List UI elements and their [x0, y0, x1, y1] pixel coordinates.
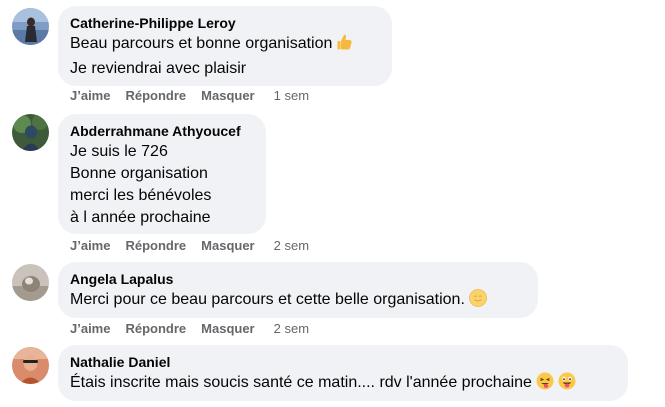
comment-text-line: Étais inscrite mais soucis santé ce mati… [70, 372, 616, 397]
comment-author[interactable]: Abderrahmane Athyoucef [70, 122, 241, 140]
tongue-wink-emoji-icon [536, 372, 554, 397]
comment-actions: J’aime Répondre Masquer 2 sem [70, 321, 309, 337]
like-button[interactable]: J’aime [70, 238, 110, 254]
comment-bubble: Nathalie Daniel Étais inscrite mais souc… [58, 345, 628, 401]
hide-button[interactable]: Masquer [201, 88, 254, 104]
avatar[interactable] [12, 347, 49, 384]
comment-timestamp[interactable]: 2 sem [274, 321, 309, 337]
comment-text-line: Je suis le 726 [70, 143, 168, 160]
reply-button[interactable]: Répondre [125, 88, 186, 104]
comment-bubble: Abderrahmane Athyoucef Je suis le 726 Bo… [58, 114, 266, 234]
avatar[interactable] [12, 114, 49, 151]
avatar-photo [12, 8, 49, 45]
like-button[interactable]: J’aime [70, 321, 110, 337]
comment-bubble: Catherine-Philippe Leroy Beau parcours e… [58, 6, 392, 86]
comment-author[interactable]: Angela Lapalus [70, 270, 173, 288]
avatar[interactable] [12, 264, 49, 301]
comment-actions-partial [70, 401, 190, 407]
avatar[interactable] [12, 8, 49, 45]
like-button[interactable]: J’aime [70, 88, 110, 104]
avatar-photo [12, 264, 49, 301]
reply-button[interactable]: Répondre [125, 321, 186, 337]
thumbs-up-emoji-icon [336, 33, 353, 58]
comment-text-line: Je reviendrai avec plaisir [70, 60, 247, 77]
grinning-tongue-emoji-icon [558, 372, 576, 397]
comment-author[interactable]: Nathalie Daniel [70, 353, 170, 371]
comment-timestamp[interactable]: 2 sem [274, 238, 309, 254]
comment-text-line: Merci pour ce beau parcours et cette bel… [70, 289, 526, 314]
smiley-emoji-icon [468, 289, 487, 314]
comment-text-line: merci les bénévoles [70, 187, 212, 204]
reply-button[interactable]: Répondre [125, 238, 186, 254]
hide-button[interactable]: Masquer [201, 321, 254, 337]
avatar-photo [12, 114, 49, 151]
comment-timestamp[interactable]: 1 sem [274, 88, 309, 104]
comment-text-line: à l année prochaine [70, 209, 211, 226]
hide-button[interactable]: Masquer [201, 238, 254, 254]
comment-actions: J’aime Répondre Masquer 2 sem [70, 238, 309, 254]
avatar-photo [12, 347, 49, 384]
comment-bubble: Angela Lapalus Merci pour ce beau parcou… [58, 262, 538, 318]
comment-actions: J’aime Répondre Masquer 1 sem [70, 88, 309, 104]
comment-text-line: Bonne organisation [70, 165, 208, 182]
comment-author[interactable]: Catherine-Philippe Leroy [70, 14, 236, 32]
comment-text-line: Beau parcours et bonne organisation [70, 33, 380, 58]
